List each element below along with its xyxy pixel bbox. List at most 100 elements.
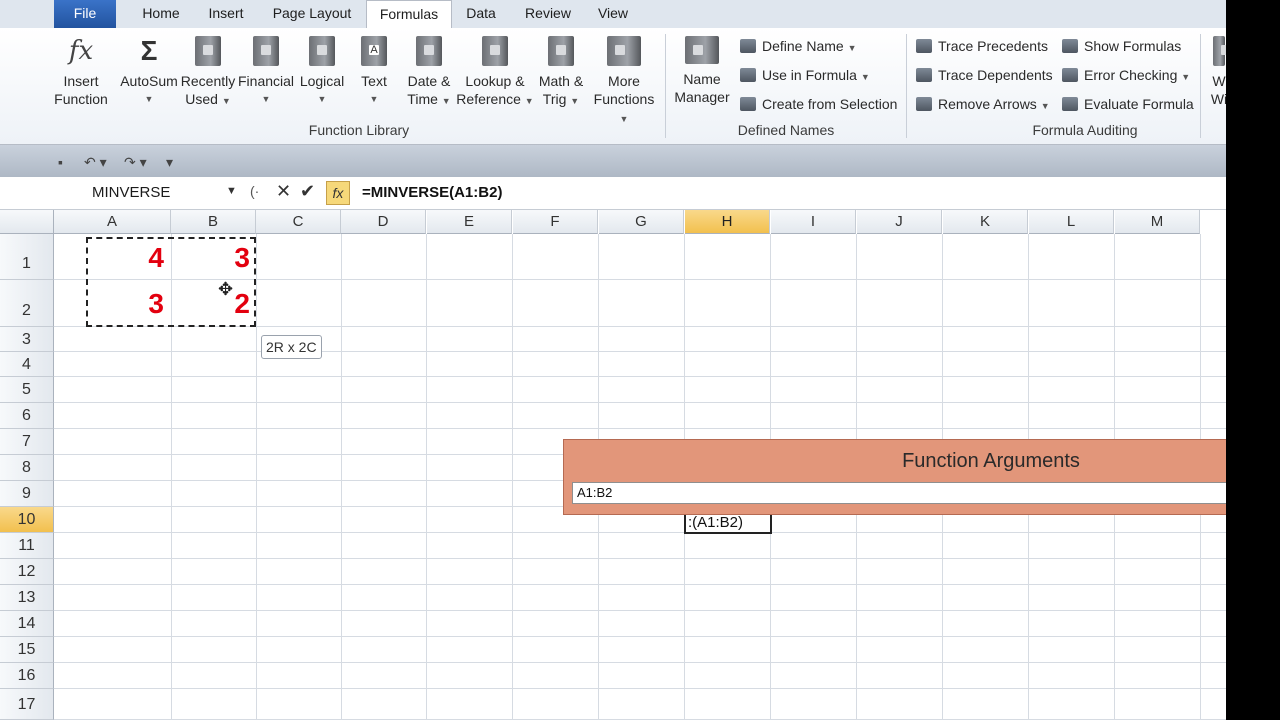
date-time-button[interactable]: Date & Time ▼ — [402, 34, 456, 110]
chevron-down-icon: ▼ — [1040, 101, 1050, 111]
column-header-a[interactable]: A — [54, 210, 171, 234]
column-header-i[interactable]: I — [771, 210, 856, 234]
book-icon — [253, 36, 279, 66]
row-header-17[interactable]: 17 — [0, 689, 54, 720]
show-formulas-button[interactable]: Show Formulas — [1062, 36, 1181, 56]
row-header-9[interactable]: 9 — [0, 481, 54, 507]
tab-formulas[interactable]: Formulas — [366, 0, 452, 30]
row-header-4[interactable]: 4 — [0, 352, 54, 377]
row-header-15[interactable]: 15 — [0, 637, 54, 663]
math-trig-button[interactable]: Math & Trig ▼ — [534, 34, 588, 110]
ribbon-tab-bar: File Home Insert Page Layout Formulas Da… — [0, 0, 1226, 30]
formula-input[interactable]: =MINVERSE(A1:B2) — [362, 181, 502, 205]
column-header-d[interactable]: D — [341, 210, 426, 234]
book-icon — [548, 36, 574, 66]
chevron-down-icon: ▼ — [1181, 72, 1191, 82]
row-header-10[interactable]: 10 — [0, 507, 54, 533]
create-from-selection-icon — [740, 97, 756, 111]
text-functions-button[interactable]: Text ▼ — [352, 34, 396, 108]
name-box[interactable]: MINVERSE — [56, 181, 242, 205]
tab-home[interactable]: Home — [130, 0, 192, 28]
row-header-7[interactable]: 7 — [0, 429, 54, 455]
tab-data[interactable]: Data — [456, 0, 506, 28]
column-header-h[interactable]: H — [685, 210, 770, 234]
use-in-formula-icon — [740, 68, 756, 82]
financial-button[interactable]: Financial ▼ — [238, 34, 294, 108]
row-header-8[interactable]: 8 — [0, 455, 54, 481]
cursor-icon: ✥ — [218, 279, 234, 299]
save-icon[interactable]: ▪ — [58, 154, 63, 170]
chevron-down-icon: ▼ — [221, 96, 231, 106]
defined-names-label: Defined Names — [737, 122, 835, 138]
fx-icon: fx — [68, 36, 94, 66]
row-header-1[interactable]: 1 — [0, 234, 54, 280]
row-header-14[interactable]: 14 — [0, 611, 54, 637]
column-header-g[interactable]: G — [599, 210, 684, 234]
use-in-formula-button[interactable]: Use in Formula ▼ — [740, 65, 870, 85]
insert-function-icon[interactable]: fx — [326, 181, 350, 205]
redo-icon[interactable]: ↷ ▾ — [124, 154, 147, 171]
undo-icon[interactable]: ↶ ▾ — [84, 154, 107, 171]
formulas-ribbon: fx Insert Function Σ AutoSum ▼ Recently … — [0, 28, 1226, 145]
chevron-down-icon: ▼ — [317, 94, 327, 104]
remove-arrows-icon — [916, 97, 932, 111]
column-header-l[interactable]: L — [1029, 210, 1114, 234]
tab-page-layout[interactable]: Page Layout — [262, 0, 362, 28]
row-header-2[interactable]: 2 — [0, 280, 54, 327]
trace-dependents-button[interactable]: Trace Dependents — [916, 65, 1053, 85]
row-header-11[interactable]: 11 — [0, 533, 54, 559]
cancel-icon[interactable]: ✕ — [276, 181, 291, 202]
tab-view[interactable]: View — [590, 0, 636, 28]
tab-insert[interactable]: Insert — [196, 0, 256, 28]
show-formulas-icon — [1062, 39, 1078, 53]
row-header-16[interactable]: 16 — [0, 663, 54, 689]
row-header-6[interactable]: 6 — [0, 403, 54, 429]
row-divider — [54, 688, 1226, 689]
row-divider — [54, 662, 1226, 663]
trace-precedents-button[interactable]: Trace Precedents — [916, 36, 1048, 56]
chevron-down-icon: ▼ — [847, 43, 857, 53]
tab-review[interactable]: Review — [518, 0, 578, 28]
evaluate-formula-button[interactable]: Evaluate Formula — [1062, 94, 1194, 114]
define-name-icon — [740, 39, 756, 53]
autosum-button[interactable]: Σ AutoSum ▼ — [118, 34, 180, 108]
column-header-b[interactable]: B — [171, 210, 256, 234]
recently-used-button[interactable]: Recently Used ▼ — [180, 34, 236, 110]
book-icon — [416, 36, 442, 66]
row-header-12[interactable]: 12 — [0, 559, 54, 585]
watch-window-button[interactable]: W Wi — [1206, 34, 1226, 108]
error-checking-button[interactable]: Error Checking ▼ — [1062, 65, 1190, 85]
enter-icon[interactable]: ✔ — [300, 181, 315, 202]
dialog-title: Function Arguments — [902, 450, 1080, 472]
row-divider — [54, 402, 1226, 403]
row-divider — [54, 558, 1226, 559]
column-header-e[interactable]: E — [427, 210, 512, 234]
tab-file[interactable]: File — [54, 0, 116, 28]
trace-dependents-icon — [916, 68, 932, 82]
range-size-tooltip: 2R x 2C — [261, 335, 322, 359]
chevron-down-icon[interactable]: ▼ — [226, 185, 237, 197]
column-header-k[interactable]: K — [943, 210, 1028, 234]
lookup-reference-button[interactable]: Lookup & Reference ▼ — [456, 34, 534, 110]
name-manager-button[interactable]: Name Manager — [670, 34, 734, 106]
row-header-13[interactable]: 13 — [0, 585, 54, 611]
chevron-down-icon: ▼ — [369, 94, 379, 104]
row-header-5[interactable]: 5 — [0, 377, 54, 403]
column-header-c[interactable]: C — [256, 210, 341, 234]
column-header-m[interactable]: M — [1115, 210, 1200, 234]
column-header-f[interactable]: F — [513, 210, 598, 234]
customize-toolbar-icon[interactable]: ▾ — [166, 154, 173, 171]
more-functions-button[interactable]: More Functions ▼ — [588, 34, 660, 128]
row-divider — [54, 584, 1226, 585]
collapse-icon: (· — [250, 183, 260, 199]
define-name-button[interactable]: Define Name ▼ — [740, 36, 857, 56]
logical-button[interactable]: Logical ▼ — [296, 34, 348, 108]
chevron-down-icon: ▼ — [144, 94, 154, 104]
column-header-j[interactable]: J — [857, 210, 942, 234]
remove-arrows-button[interactable]: Remove Arrows ▼ — [916, 94, 1050, 114]
row-header-3[interactable]: 3 — [0, 327, 54, 352]
array-argument-input[interactable]: A1:B2 — [572, 482, 1226, 504]
select-all-button[interactable] — [0, 210, 54, 234]
create-from-selection-button[interactable]: Create from Selection — [740, 94, 897, 114]
insert-function-button[interactable]: fx Insert Function — [54, 34, 108, 108]
